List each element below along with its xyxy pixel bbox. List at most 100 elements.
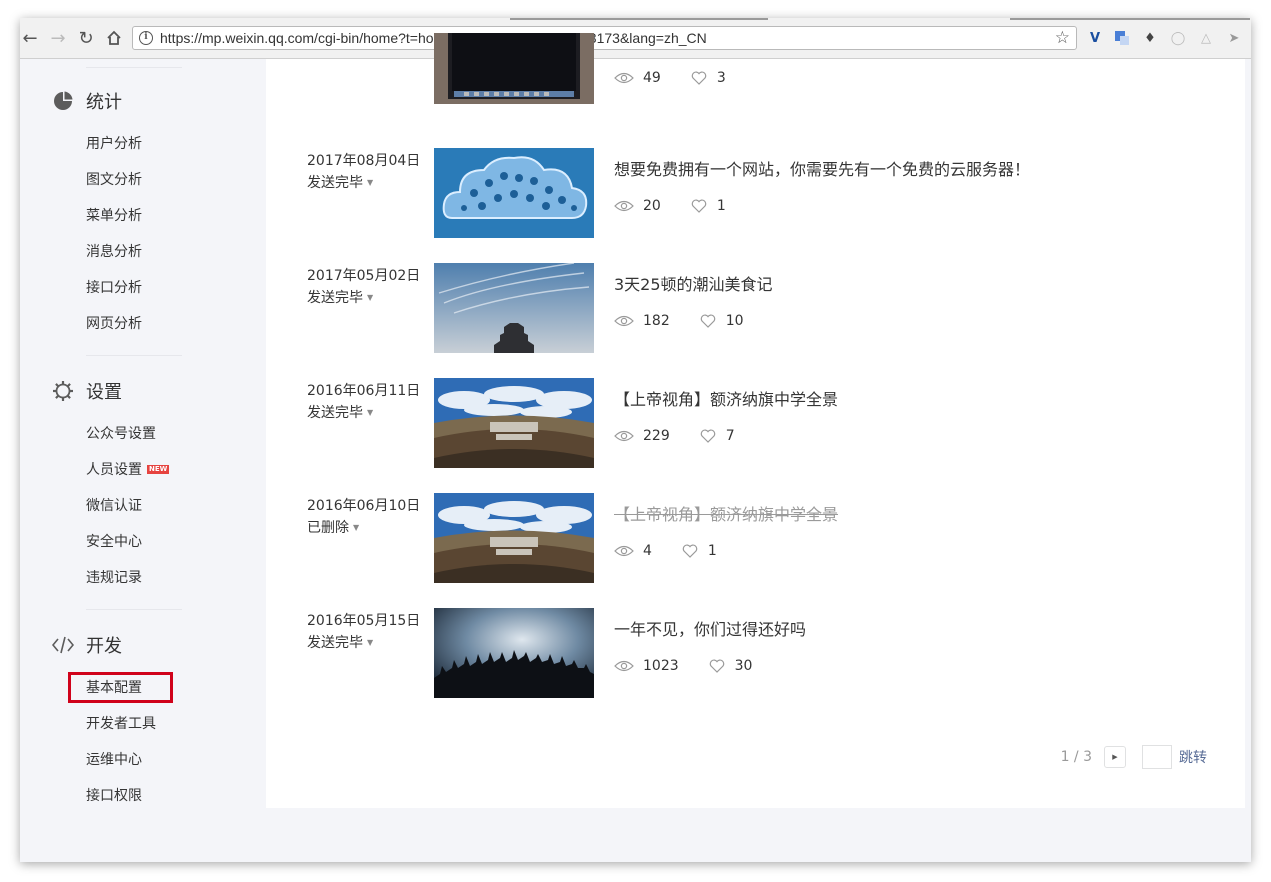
sidebar-item-account-settings[interactable]: 公众号设置 [86,423,156,443]
like-count: 10 [725,313,744,329]
sidebar-item-article-analysis[interactable]: 图文分析 [86,169,142,189]
divider [86,609,182,610]
list-item[interactable]: 49 3 [266,33,1245,125]
home-icon[interactable] [104,28,124,48]
list-item[interactable]: 2016年05月15日 发送完毕 ▼ 一年不见，你们过得还好吗 1023 30 [266,608,1245,700]
like-count: 3 [716,70,726,86]
heart-icon[interactable] [700,429,716,443]
article-date-block: 2016年05月15日 发送完毕 ▼ [307,610,422,654]
sidebar-item-staff-settings[interactable]: 人员设置 NEW [86,459,170,479]
site-info-icon[interactable]: i [139,31,153,45]
article-thumbnail[interactable] [434,493,594,583]
send-status-dropdown[interactable]: 已删除 ▼ [307,517,422,539]
caret-down-icon: ▼ [367,638,374,647]
caret-down-icon: ▼ [367,293,374,302]
heart-icon[interactable] [700,314,716,328]
page-indicator: 1 / 3 [1060,749,1092,765]
send-status-dropdown[interactable]: 发送完毕 ▼ [307,632,422,654]
eye-icon [614,660,634,672]
article-title[interactable]: 3天25顿的潮汕美食记 [614,271,773,295]
pie-chart-icon [52,90,74,112]
article-thumbnail[interactable] [434,608,594,698]
caret-down-icon: ▼ [367,178,374,187]
sidebar-item-security-center[interactable]: 安全中心 [86,531,142,551]
arrow-right-icon[interactable]: → [48,28,68,49]
sidebar-item-message-analysis[interactable]: 消息分析 [86,241,142,261]
pagination: 1 / 3 ▶ 跳转 [1061,745,1207,769]
sidebar: 统计 用户分析 图文分析 菜单分析 消息分析 接口分析 网页分析 设置 公众号设… [20,59,266,862]
article-list-panel: 49 3 2017年08月04日 发送完毕 ▼ 想要免费拥有一个网站，你需要先有一… [266,33,1245,808]
view-count: 4 [643,543,652,559]
view-count: 20 [643,198,661,214]
like-count: 30 [734,658,753,674]
article-stats: 20 1 [614,198,726,214]
article-thumbnail[interactable] [434,148,594,238]
arrow-left-icon[interactable]: ← [20,28,40,49]
article-date: 2017年05月02日 [307,268,421,284]
divider [86,67,182,68]
list-item[interactable]: 2017年08月04日 发送完毕 ▼ 想要免费拥有一个网站，你需要先有一个免费的云… [266,148,1245,240]
heart-icon[interactable] [691,71,707,85]
sidebar-item-label: 人员设置 [86,462,142,478]
page-jump-button[interactable]: 跳转 [1179,747,1207,767]
like-count: 1 [707,543,717,559]
sidebar-item-api-permissions[interactable]: 接口权限 [86,785,142,805]
reload-icon[interactable]: ↻ [76,28,96,49]
article-date-block: 2016年06月10日 已删除 ▼ [307,495,422,539]
list-item[interactable]: 2016年06月10日 已删除 ▼ 【上帝视角】额济纳旗中学全景 4 1 [266,493,1245,585]
article-title[interactable]: 【上帝视角】额济纳旗中学全景 [614,386,838,410]
status-label: 发送完毕 [307,175,363,191]
page-jump-input[interactable] [1142,745,1172,769]
tab-indicator [510,18,768,20]
status-label: 发送完毕 [307,405,363,421]
eye-icon [614,545,634,557]
status-label: 发送完毕 [307,290,363,306]
article-stats: 1023 30 [614,658,752,674]
sidebar-item-api-analysis[interactable]: 接口分析 [86,277,142,297]
sidebar-section-develop: 开发 [52,632,122,658]
article-stats: 49 3 [614,70,726,86]
article-stats: 182 10 [614,313,744,329]
like-count: 1 [716,198,726,214]
sidebar-item-violation-records[interactable]: 违规记录 [86,567,142,587]
send-status-dropdown[interactable]: 发送完毕 ▼ [307,287,422,309]
next-page-button[interactable]: ▶ [1104,746,1126,768]
article-date: 2016年05月15日 [307,613,421,629]
tab-indicator [1010,18,1250,20]
sidebar-item-menu-analysis[interactable]: 菜单分析 [86,205,142,225]
article-date: 2016年06月10日 [307,498,421,514]
sidebar-section-stats: 统计 [52,88,122,114]
article-title[interactable]: 想要免费拥有一个网站，你需要先有一个免费的云服务器！ [614,156,1030,180]
list-item[interactable]: 2017年05月02日 发送完毕 ▼ 3天25顿的潮汕美食记 182 10 [266,263,1245,355]
article-thumbnail[interactable] [434,378,594,468]
article-title[interactable]: 一年不见，你们过得还好吗 [614,616,806,640]
sidebar-item-user-analysis[interactable]: 用户分析 [86,133,142,153]
sidebar-item-developer-tools[interactable]: 开发者工具 [86,713,156,733]
sidebar-item-webpage-analysis[interactable]: 网页分析 [86,313,142,333]
status-label: 发送完毕 [307,635,363,651]
view-count: 182 [643,313,670,329]
eye-icon [614,430,634,442]
code-icon [52,634,74,656]
highlight-annotation-box [68,672,173,703]
browser-window: ← → ↻ i https://mp.weixin.qq.com/cgi-bin… [20,18,1251,862]
eye-icon [614,72,634,84]
article-date-block: 2017年05月02日 发送完毕 ▼ [307,265,422,309]
heart-icon[interactable] [682,544,698,558]
heart-icon[interactable] [709,659,725,673]
send-status-dropdown[interactable]: 发送完毕 ▼ [307,402,422,424]
view-count: 229 [643,428,670,444]
sidebar-item-wechat-verification[interactable]: 微信认证 [86,495,142,515]
article-thumbnail[interactable] [434,33,594,104]
send-status-dropdown[interactable]: 发送完毕 ▼ [307,172,422,194]
divider [86,355,182,356]
caret-down-icon: ▼ [367,408,374,417]
heart-icon[interactable] [691,199,707,213]
article-title[interactable]: 【上帝视角】额济纳旗中学全景 [614,501,838,525]
eye-icon [614,315,634,327]
list-item[interactable]: 2016年06月11日 发送完毕 ▼ 【上帝视角】额济纳旗中学全景 229 7 [266,378,1245,470]
sidebar-item-ops-center[interactable]: 运维中心 [86,749,142,769]
article-date: 2017年08月04日 [307,153,421,169]
view-count: 1023 [643,658,679,674]
article-thumbnail[interactable] [434,263,594,353]
